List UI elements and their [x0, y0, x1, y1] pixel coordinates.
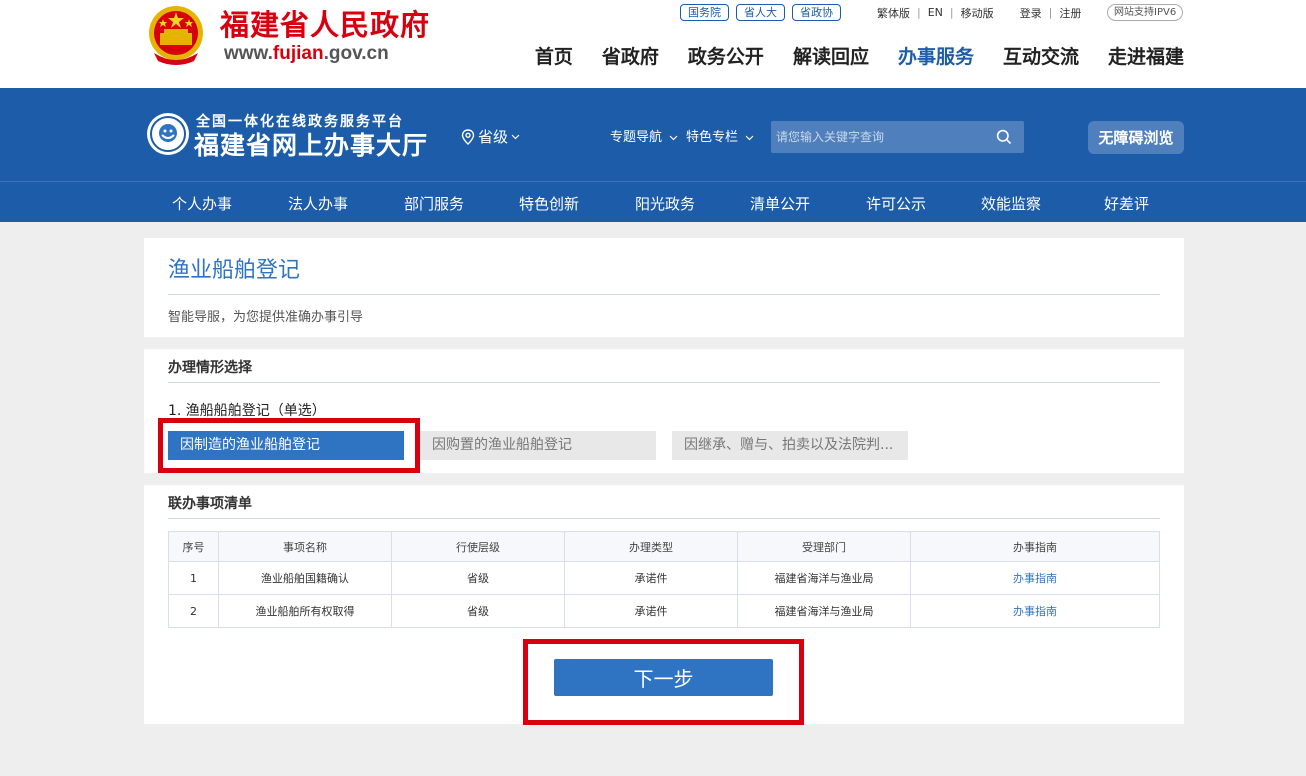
- cat-nav-department[interactable]: 部门服务: [404, 193, 464, 214]
- col-header-type: 办理类型: [564, 531, 738, 562]
- search-icon[interactable]: [996, 129, 1012, 145]
- cell-item-name: 渔业船舶国籍确认: [218, 561, 392, 595]
- traditional-chinese-link[interactable]: 繁体版: [877, 5, 910, 21]
- title-panel: 渔业船舶登记 智能导服，为您提供准确办事引导: [144, 238, 1184, 337]
- english-link[interactable]: EN: [928, 6, 943, 19]
- region-selector[interactable]: 省级: [461, 126, 520, 147]
- guide-link[interactable]: 办事指南: [910, 561, 1160, 595]
- col-header-guide: 办事指南: [910, 531, 1160, 562]
- cat-nav-legal-entity[interactable]: 法人办事: [288, 193, 348, 214]
- national-emblem-icon: [149, 6, 203, 65]
- utility-bar: 繁体版 | EN | 移动版 登录 | 注册: [877, 4, 1081, 21]
- divider: [168, 294, 1160, 295]
- cell-department: 福建省海洋与渔业局: [737, 561, 911, 595]
- accessibility-button[interactable]: 无障碍浏览: [1088, 121, 1184, 154]
- cat-nav-transparency[interactable]: 阳光政务: [635, 193, 695, 214]
- main-nav-services[interactable]: 办事服务: [898, 42, 974, 69]
- separator: |: [917, 6, 921, 19]
- login-link[interactable]: 登录: [1020, 5, 1042, 21]
- gov-links: 国务院 省人大 省政协: [680, 4, 841, 21]
- selection-highlight-box: [158, 418, 420, 473]
- main-nav-about-fujian[interactable]: 走进福建: [1108, 42, 1184, 69]
- divider: [168, 518, 1160, 519]
- cat-nav-innovation[interactable]: 特色创新: [519, 193, 579, 214]
- col-header-level: 行使层级: [391, 531, 565, 562]
- topic-nav-label: 专题导航: [610, 130, 663, 145]
- search-box: [771, 121, 1024, 153]
- joint-list-panel: 联办事项清单 序号 事项名称 行使层级 办理类型 受理部门 办事指南 1 渔业船…: [144, 485, 1184, 725]
- situation-section-title: 办理情形选择: [168, 360, 252, 376]
- separator: |: [949, 6, 954, 19]
- platform-title[interactable]: 福建省网上办事大厅: [194, 126, 428, 162]
- cell-index: 2: [168, 594, 219, 628]
- chevron-down-icon: [511, 134, 520, 139]
- cell-item-name: 渔业船舶所有权取得: [218, 594, 392, 628]
- table-row: 1 渔业船舶国籍确认 省级 承诺件 福建省海洋与渔业局 办事指南: [168, 561, 1160, 595]
- url-suffix: .gov.cn: [323, 43, 389, 64]
- cat-nav-rating[interactable]: 好差评: [1104, 193, 1149, 214]
- main-nav-interpretation[interactable]: 解读回应: [793, 42, 869, 69]
- joint-list-section-title: 联办事项清单: [168, 496, 252, 512]
- guide-link[interactable]: 办事指南: [910, 594, 1160, 628]
- location-pin-icon: [461, 128, 475, 145]
- main-nav-interaction[interactable]: 互动交流: [1003, 42, 1079, 69]
- option-inherited-vessel[interactable]: 因继承、赠与、拍卖以及法院判...: [672, 431, 908, 460]
- register-link[interactable]: 注册: [1059, 5, 1081, 21]
- table-header-row: 序号 事项名称 行使层级 办理类型 受理部门 办事指南: [168, 531, 1160, 562]
- cat-nav-permit-disclosure[interactable]: 许可公示: [866, 193, 926, 214]
- featured-column-label: 特色专栏: [686, 130, 739, 145]
- search-input[interactable]: [771, 121, 986, 153]
- cell-index: 1: [168, 561, 219, 595]
- cell-type: 承诺件: [564, 561, 738, 595]
- region-label: 省级: [478, 128, 509, 146]
- question-label: 1. 渔船船舶登记（单选）: [168, 403, 326, 419]
- ipv6-badge: 网站支持IPV6: [1107, 4, 1184, 21]
- service-platform-logo-icon[interactable]: [145, 111, 191, 157]
- gov-link-provincial-congress[interactable]: 省人大: [736, 4, 785, 21]
- separator: |: [1048, 6, 1053, 19]
- service-banner: 全国一体化在线政务服务平台 福建省网上办事大厅 省级 专题导航 特色专栏 无障碍…: [0, 88, 1306, 181]
- col-header-index: 序号: [168, 531, 219, 562]
- site-title[interactable]: 福建省人民政府: [220, 2, 430, 44]
- table-row: 2 渔业船舶所有权取得 省级 承诺件 福建省海洋与渔业局 办事指南: [168, 594, 1160, 628]
- divider: [168, 382, 1160, 383]
- situation-panel: 办理情形选择 1. 渔船船舶登记（单选） 因制造的渔业船舶登记 因购置的渔业船舶…: [144, 349, 1184, 473]
- site-url[interactable]: www.fujian.gov.cn: [224, 43, 389, 65]
- category-nav: 个人办事 法人办事 部门服务 特色创新 阳光政务 清单公开 许可公示 效能监察 …: [0, 181, 1306, 222]
- cell-department: 福建省海洋与渔业局: [737, 594, 911, 628]
- featured-column-menu[interactable]: 特色专栏: [686, 126, 754, 145]
- col-header-department: 受理部门: [737, 531, 911, 562]
- cell-level: 省级: [391, 561, 565, 595]
- cell-level: 省级: [391, 594, 565, 628]
- main-nav-provincial-gov[interactable]: 省政府: [602, 42, 659, 69]
- main-nav: 首页 省政府 政务公开 解读回应 办事服务 互动交流 走进福建: [535, 42, 1184, 69]
- joint-items-table: 序号 事项名称 行使层级 办理类型 受理部门 办事指南 1 渔业船舶国籍确认 省…: [168, 531, 1160, 628]
- cat-nav-list-disclosure[interactable]: 清单公开: [750, 193, 810, 214]
- page-title: 渔业船舶登记: [168, 258, 301, 283]
- url-highlight: fujian: [272, 43, 324, 64]
- top-header: 福建省人民政府 www.fujian.gov.cn 国务院 省人大 省政协 繁体…: [0, 0, 1306, 88]
- cell-type: 承诺件: [564, 594, 738, 628]
- next-highlight-box: [523, 639, 804, 725]
- main-nav-gov-affairs[interactable]: 政务公开: [688, 42, 764, 69]
- gov-link-provincial-cppcc[interactable]: 省政协: [792, 4, 841, 21]
- gov-link-state-council[interactable]: 国务院: [680, 4, 729, 21]
- main-nav-home[interactable]: 首页: [535, 42, 573, 69]
- option-purchased-vessel[interactable]: 因购置的渔业船舶登记: [420, 431, 656, 460]
- mobile-link[interactable]: 移动版: [961, 5, 994, 21]
- cat-nav-personal[interactable]: 个人办事: [172, 193, 232, 214]
- col-header-item-name: 事项名称: [218, 531, 392, 562]
- chevron-down-icon: [745, 135, 754, 141]
- topic-nav-menu[interactable]: 专题导航: [610, 126, 678, 145]
- chevron-down-icon: [669, 135, 678, 141]
- cat-nav-efficiency[interactable]: 效能监察: [981, 193, 1041, 214]
- page-description: 智能导服，为您提供准确办事引导: [168, 310, 364, 325]
- url-prefix: www.: [224, 43, 273, 64]
